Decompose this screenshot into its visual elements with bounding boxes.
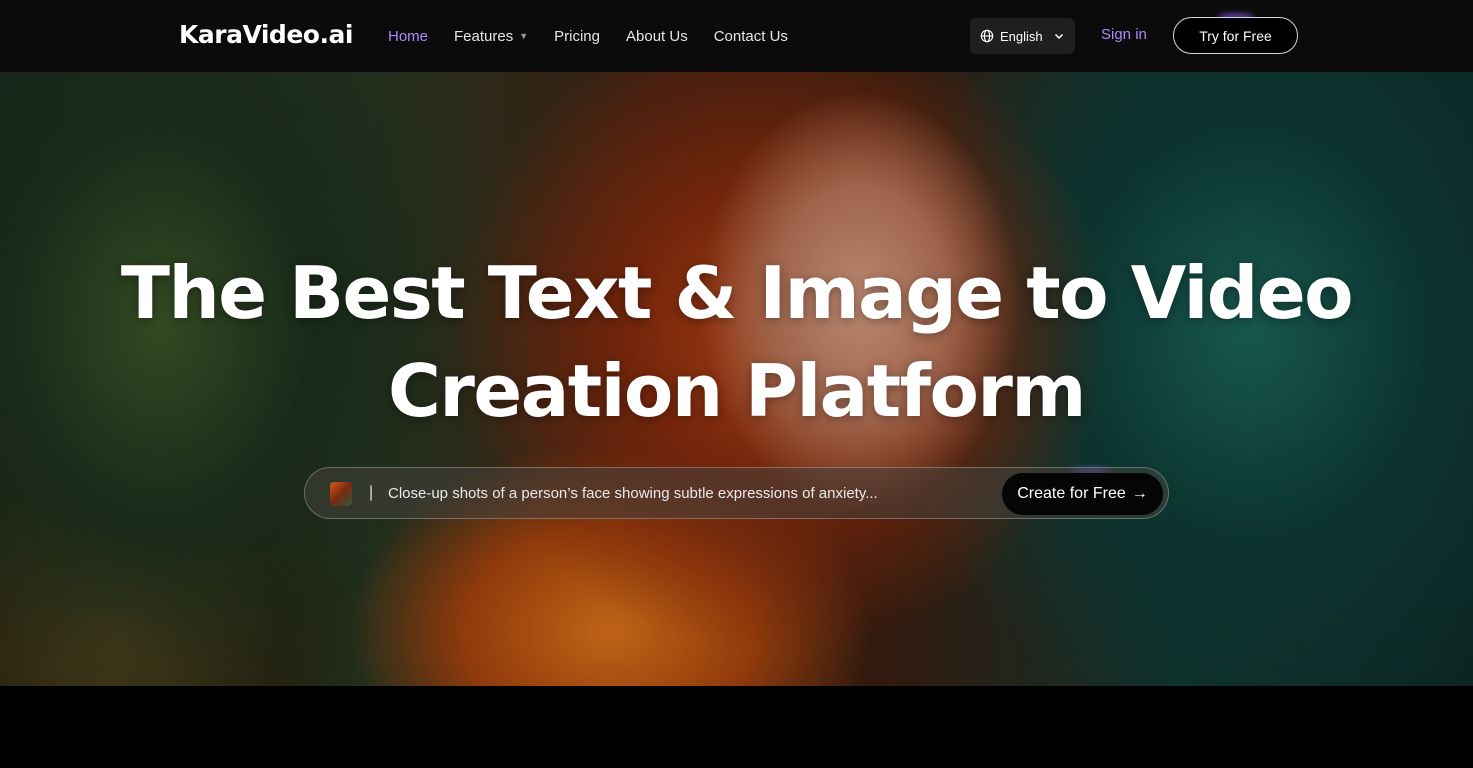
prompt-input[interactable]: Close-up shots of a person’s face showin… [388, 485, 878, 502]
nav-links: Home Features ▼ Pricing About Us Contact… [388, 0, 788, 72]
arrow-right-icon: → [1131, 485, 1148, 502]
caret-down-icon: ▼ [519, 31, 529, 41]
chevron-down-icon [1054, 33, 1064, 40]
create-button-label: Create for Free [1017, 485, 1126, 502]
headline-line-2: Creation Platform [388, 349, 1086, 433]
nav-item-features-label: Features [454, 27, 514, 45]
nav-item-contact[interactable]: Contact Us [714, 28, 788, 45]
page: KaraVideo.ai Home Features ▼ Pricing Abo… [0, 0, 1473, 768]
try-for-free-button[interactable]: Try for Free [1173, 17, 1298, 54]
brand-logo[interactable]: KaraVideo.ai [179, 20, 353, 49]
nav-item-about[interactable]: About Us [626, 28, 688, 45]
top-nav: KaraVideo.ai Home Features ▼ Pricing Abo… [0, 0, 1473, 72]
sign-in-link[interactable]: Sign in [1101, 26, 1147, 43]
prompt-bar[interactable]: | Close-up shots of a person’s face show… [304, 467, 1169, 519]
page-bottom [0, 686, 1473, 768]
nav-item-home[interactable]: Home [388, 28, 428, 45]
hero-section: The Best Text & Image to Video Creation … [0, 72, 1473, 686]
globe-icon [980, 29, 994, 43]
language-selector[interactable]: English [970, 18, 1075, 54]
nav-item-features[interactable]: Features ▼ [454, 28, 528, 45]
nav-item-pricing[interactable]: Pricing [554, 28, 600, 45]
headline-line-1: The Best Text & Image to Video [120, 251, 1354, 335]
text-cursor: | [369, 484, 374, 501]
prompt-thumbnail [330, 482, 352, 506]
create-for-free-button[interactable]: Create for Free → [1002, 473, 1163, 515]
hero-headline: The Best Text & Image to Video Creation … [0, 244, 1473, 440]
language-label: English [1000, 28, 1043, 44]
